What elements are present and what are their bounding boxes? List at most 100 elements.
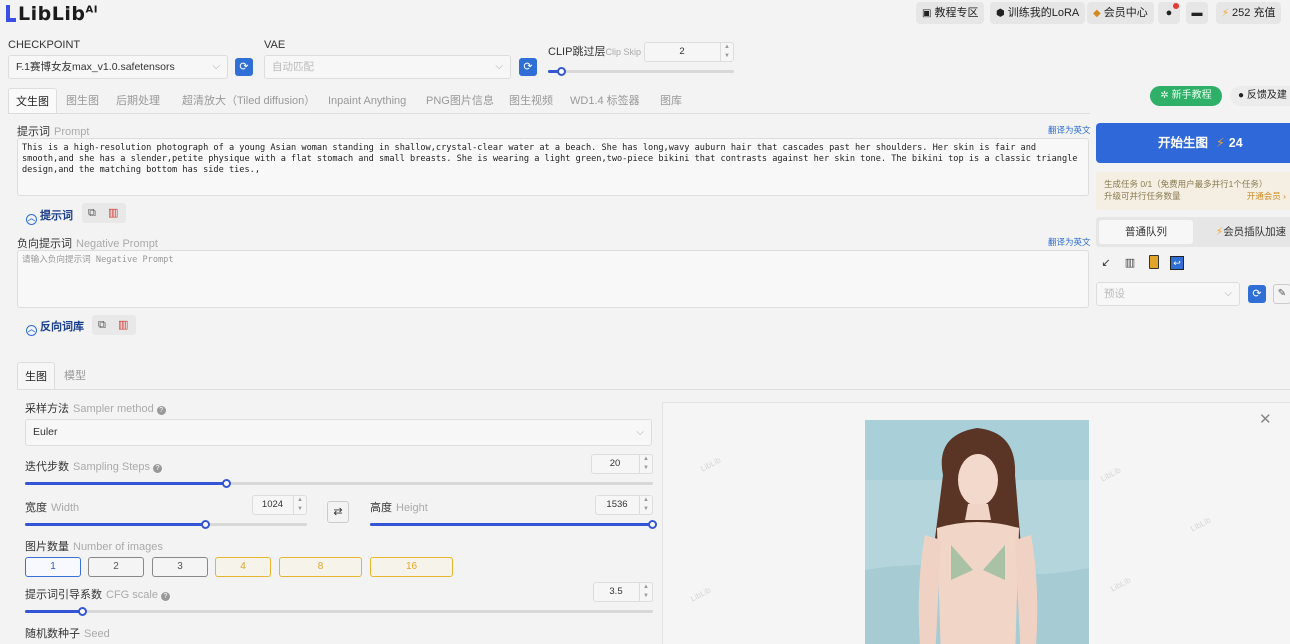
notification-dot [1173, 3, 1179, 9]
image-count-option-2[interactable]: 2 [88, 557, 144, 577]
steps-input[interactable]: 20 ▲ ▼ [591, 454, 653, 474]
chevron-down-icon: ⌵ [212, 61, 220, 72]
prompt-translate-link[interactable]: 翻译为英文 [1048, 124, 1091, 136]
tab-inpaint-anything[interactable]: Inpaint Anything [328, 88, 406, 114]
close-icon[interactable]: ✕ [1259, 410, 1272, 428]
negative-prompt-textarea[interactable]: 请输入负向提示词 Negative Prompt [17, 250, 1089, 308]
prompt-library-toggle[interactable]: ︿ 提示词 [26, 207, 73, 225]
checkpoint-refresh-button[interactable]: ⟳ [235, 58, 253, 76]
slider-handle[interactable] [77, 607, 87, 616]
spin-buttons[interactable]: ▲ ▼ [639, 496, 652, 514]
copy-icon[interactable]: ⧉ [88, 206, 96, 220]
trash-icon[interactable]: ▥ [108, 206, 118, 220]
top-header: LibLibAI ▣ 教程专区 ⬢ 训练我的LoRA ◆ 会员中心 ● ▬ ⚡ 252 … [0, 0, 1290, 28]
spin-buttons[interactable]: ▲ ▼ [639, 455, 652, 473]
cfg-input[interactable]: 3.5 ▲ ▼ [593, 582, 653, 602]
tab-divider [8, 113, 1090, 114]
checkpoint-label: CHECKPOINT [8, 39, 81, 51]
queue-vip-tab[interactable]: ⚡会员插队加速 [1206, 220, 1290, 244]
tab-txt2img[interactable]: 文生图 [8, 88, 57, 114]
liblib-logo[interactable]: LibLibAI [6, 3, 98, 25]
feedback-button[interactable]: ● 反馈及建 [1230, 86, 1290, 106]
chat-bubble-icon: ● [1238, 90, 1247, 101]
image-count-option-16[interactable]: 16 [370, 557, 453, 577]
undo-icon[interactable]: ↩ [1169, 255, 1185, 271]
chevron-down-icon: ⌵ [636, 427, 644, 438]
credits-button[interactable]: ⚡ 252 充值 [1216, 2, 1282, 24]
negative-library-toggle[interactable]: ︿ 反向词库 [26, 318, 84, 336]
slider-handle[interactable] [648, 520, 657, 529]
spin-buttons[interactable]: ▲ ▼ [639, 583, 652, 601]
edit-icon: ✎ [1277, 288, 1287, 299]
chevron-down-icon: ⌵ [1224, 288, 1232, 299]
help-icon[interactable]: ? [160, 592, 170, 601]
trash-icon[interactable]: ▥ [1122, 255, 1138, 271]
generate-button[interactable]: 开始生图 ⚡ 24 [1096, 123, 1290, 163]
slider-handle[interactable] [557, 67, 567, 76]
folder-button[interactable]: ▬ [1186, 2, 1208, 24]
negative-translate-link[interactable]: 翻译为英文 [1048, 236, 1091, 248]
height-label: 高度 Height [370, 502, 428, 514]
tab-img2img[interactable]: 图生图 [66, 88, 99, 114]
tab-img2video[interactable]: 图生视频 [509, 88, 553, 114]
tab-wd-tagger[interactable]: WD1.4 标签器 [570, 88, 640, 114]
refresh-icon: ⟳ [239, 61, 249, 73]
beginner-tutorial-button[interactable]: ✲ 新手教程 [1150, 86, 1222, 106]
queue-normal-tab[interactable]: 普通队列 [1099, 220, 1193, 244]
tutorials-button[interactable]: ▣ 教程专区 [916, 2, 985, 24]
image-count-option-4[interactable]: 4 [215, 557, 271, 577]
cfg-slider[interactable] [25, 607, 653, 616]
sparkle-icon: ✲ [1160, 90, 1172, 101]
vae-select[interactable]: 自动匹配 ⌵ [264, 55, 511, 79]
clipboard-icon[interactable] [1146, 255, 1162, 271]
swap-dimensions-button[interactable]: ⇄ [327, 501, 349, 523]
train-lora-button[interactable]: ⬢ 训练我的LoRA [990, 2, 1086, 24]
subtab-generate[interactable]: 生图 [17, 362, 55, 390]
sampler-select[interactable]: Euler ⌵ [25, 419, 652, 446]
prompt-textarea[interactable]: This is a high-resolution photograph of … [17, 138, 1089, 196]
subtab-divider [17, 389, 1290, 390]
clip-skip-input[interactable]: 2 ▲ ▼ [644, 42, 734, 62]
preset-select[interactable]: 预设 ⌵ [1096, 282, 1240, 306]
copy-icon[interactable]: ⧉ [98, 318, 106, 332]
open-membership-link[interactable]: 开通会员 › [1247, 190, 1286, 202]
queue-selector: 普通队列 ⚡会员插队加速 [1096, 217, 1290, 247]
clip-skip-slider[interactable] [548, 67, 734, 76]
trash-icon[interactable]: ▥ [118, 318, 128, 332]
height-input[interactable]: 1536 ▲ ▼ [595, 495, 653, 515]
cfg-label: 提示词引导系数 CFG scale? [25, 586, 170, 602]
image-count-label: 图片数量 Number of images [25, 541, 163, 553]
subtab-model[interactable]: 模型 [64, 362, 86, 390]
height-slider[interactable] [370, 520, 657, 529]
help-icon[interactable]: ? [153, 464, 163, 473]
steps-label: 迭代步数 Sampling Steps? [25, 458, 163, 474]
generated-image-art [865, 420, 1089, 644]
edit-preset-button[interactable]: ✎ [1273, 284, 1290, 304]
image-count-option-8[interactable]: 8 [279, 557, 362, 577]
vae-refresh-button[interactable]: ⟳ [519, 58, 537, 76]
clip-skip-label: CLIP跳过层Clip Skip [548, 46, 641, 58]
prompt-actions: ⧉ ▥ [82, 203, 126, 223]
member-center-button[interactable]: ◆ 会员中心 [1087, 2, 1154, 24]
folder-icon: ▬ [1191, 7, 1203, 19]
slider-handle[interactable] [201, 520, 211, 529]
spin-buttons[interactable]: ▲ ▼ [720, 43, 733, 61]
tab-png-info[interactable]: PNG图片信息 [426, 88, 494, 114]
width-slider[interactable] [25, 520, 307, 529]
resize-arrow-icon[interactable]: ↙ [1098, 255, 1114, 271]
tab-tiled-diffusion[interactable]: 超清放大（Tiled diffusion） [182, 88, 315, 114]
chat-bubble-icon: ● [1165, 7, 1173, 19]
help-icon[interactable]: ? [156, 406, 166, 415]
slider-handle[interactable] [221, 479, 231, 488]
steps-slider[interactable] [25, 479, 653, 488]
lightning-icon: ⚡ [1216, 136, 1225, 150]
spin-buttons[interactable]: ▲ ▼ [293, 496, 306, 514]
image-count-option-1[interactable]: 1 [25, 557, 81, 577]
tab-gallery[interactable]: 图库 [660, 88, 682, 114]
generated-image[interactable] [865, 420, 1089, 644]
preset-refresh-button[interactable]: ⟳ [1248, 285, 1266, 303]
tab-postprocess[interactable]: 后期处理 [116, 88, 160, 114]
image-count-option-3[interactable]: 3 [152, 557, 208, 577]
checkpoint-select[interactable]: F.1赛博女友max_v1.0.safetensors ⌵ [8, 55, 228, 79]
width-input[interactable]: 1024 ▲ ▼ [252, 495, 307, 515]
